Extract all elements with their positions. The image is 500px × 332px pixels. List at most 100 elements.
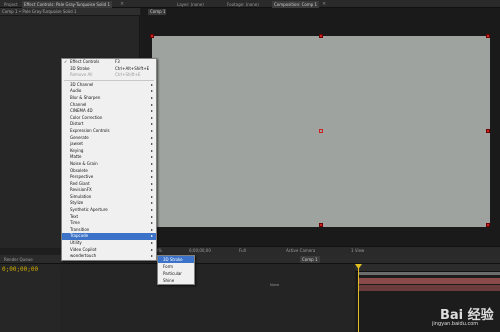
resolution-dropdown[interactable]: Full: [239, 248, 246, 254]
menu-item[interactable]: CINEMA 4D ▸: [62, 108, 156, 115]
menu-item-label: 3D Stroke: [70, 65, 90, 71]
transform-handle[interactable]: [319, 223, 323, 227]
menu-item[interactable]: Distort ▸: [62, 121, 156, 128]
submenu-arrow-icon: ▸: [150, 147, 153, 153]
menu-item[interactable]: Matte ▸: [62, 154, 156, 161]
menu-item[interactable]: Channel ▸: [62, 102, 156, 109]
submenu-item[interactable]: Shine: [158, 277, 194, 284]
menu-item[interactable]: Red Giant ▸: [62, 181, 156, 188]
menu-item-label: Trapcode: [70, 233, 89, 239]
menu-item[interactable]: Obsolete ▸: [62, 168, 156, 175]
menu-item-label: wondertouch: [70, 253, 97, 259]
tab-effect-controls[interactable]: Effect Controls: Pale Gray-Turquoise Sol…: [22, 1, 112, 8]
menu-item-label: jawset: [70, 141, 83, 147]
submenu-arrow-icon: ▸: [150, 213, 153, 219]
menu-separator: [64, 79, 154, 81]
trapcode-submenu: 3D Stroke Form Particular Shine: [157, 255, 195, 285]
menu-item[interactable]: Simulation ▸: [62, 194, 156, 201]
transform-handle[interactable]: [486, 34, 490, 38]
close-icon[interactable]: ×: [322, 1, 326, 7]
time-ruler[interactable]: [355, 264, 500, 272]
menu-item[interactable]: Blur & Sharpen ▸: [62, 95, 156, 102]
tab-layer[interactable]: Layer: (none): [175, 1, 206, 8]
menu-item[interactable]: Trapcode ▸: [62, 233, 156, 241]
menu-item[interactable]: Generate ▸: [62, 135, 156, 142]
menu-item-label: Noise & Grain: [70, 160, 98, 166]
menu-item[interactable]: Keying ▸: [62, 148, 156, 155]
transform-handle[interactable]: [150, 34, 154, 38]
menu-item[interactable]: Color Correction ▸: [62, 115, 156, 122]
menu-item[interactable]: wondertouch ▸: [62, 253, 156, 260]
effect-controls-header: Comp 1 • Pale Gray-Turquoise Solid 1: [0, 8, 140, 16]
menu-item: Remove All Ctrl+Shift+E: [62, 72, 156, 79]
viewer-timecode[interactable]: 0;00;00;00: [189, 248, 211, 254]
menu-item-label: Video Copilot: [70, 246, 97, 252]
menu-item[interactable]: 3D Channel ▸: [62, 82, 156, 89]
menu-item[interactable]: ✓ Effect Controls F3: [62, 59, 156, 66]
effect-context-menu: ✓ Effect Controls F3 3D Stroke Ctrl+Alt+Shif…: [61, 58, 157, 261]
menu-item[interactable]: 3D Stroke Ctrl+Alt+Shift+E: [62, 66, 156, 73]
submenu-item[interactable]: Form: [158, 263, 194, 270]
layer-duration-bar[interactable]: [358, 278, 500, 284]
menu-item[interactable]: Video Copilot ▸: [62, 247, 156, 254]
viewer-toolbar: 50% 0;00;00;00 Full Active Camera 1 View: [141, 246, 500, 255]
tab-render-queue[interactable]: Render Queue: [2, 256, 35, 263]
menu-item[interactable]: Noise & Grain ▸: [62, 161, 156, 168]
tab-footage[interactable]: Footage: (none): [225, 1, 261, 8]
menu-item-label: Obsolete: [70, 167, 88, 173]
tab-composition[interactable]: Composition: Comp 1: [272, 1, 320, 8]
menu-item-label: Utility: [70, 240, 82, 246]
menu-item[interactable]: RevisionFX ▸: [62, 187, 156, 194]
submenu-arrow-icon: ▸: [150, 108, 153, 114]
transform-handle[interactable]: [486, 223, 490, 227]
layer-duration-bar[interactable]: [358, 285, 500, 291]
menu-item[interactable]: Text ▸: [62, 214, 156, 221]
menu-item[interactable]: Stylize ▸: [62, 200, 156, 207]
submenu-arrow-icon: ▸: [150, 207, 153, 213]
menu-item[interactable]: Synthetic Aperture ▸: [62, 207, 156, 214]
menu-item-label: Stylize: [70, 200, 84, 206]
transform-handle[interactable]: [486, 129, 490, 133]
submenu-arrow-icon: ▸: [150, 233, 153, 239]
menu-item[interactable]: Expression Controls ▸: [62, 128, 156, 135]
comp-flowchart-tab[interactable]: Comp 1: [148, 9, 166, 15]
tab-project[interactable]: Project: [2, 1, 20, 8]
transform-handle[interactable]: [319, 34, 323, 38]
submenu-arrow-icon: ▸: [150, 187, 153, 193]
submenu-arrow-icon: ▸: [150, 167, 153, 173]
submenu-arrow-icon: ▸: [150, 134, 153, 140]
submenu-item[interactable]: Particular: [158, 270, 194, 277]
composition-canvas[interactable]: [150, 34, 490, 227]
tab-timeline-comp[interactable]: Comp 1: [300, 256, 320, 263]
menu-item-label: Effect Controls: [70, 59, 100, 64]
menu-item[interactable]: jawset ▸: [62, 141, 156, 148]
menu-item[interactable]: Transition ▸: [62, 227, 156, 234]
submenu-arrow-icon: ▸: [150, 160, 153, 166]
parent-dropdown[interactable]: None: [270, 283, 279, 287]
camera-dropdown[interactable]: Active Camera: [286, 248, 315, 254]
submenu-arrow-icon: ▸: [150, 121, 153, 127]
menu-item-label: Channel: [70, 101, 87, 107]
current-time-indicator[interactable]: [358, 264, 359, 332]
checkmark-icon: ✓: [64, 59, 68, 64]
menu-item[interactable]: Utility ▸: [62, 240, 156, 247]
submenu-arrow-icon: ▸: [150, 141, 153, 147]
submenu-arrow-icon: ▸: [150, 88, 153, 94]
menu-item-label: 3D Channel: [70, 81, 94, 87]
timeline-controls: [0, 264, 60, 332]
menu-item[interactable]: Perspective ▸: [62, 174, 156, 181]
menu-item[interactable]: Audio ▸: [62, 88, 156, 95]
menu-item[interactable]: Time ▸: [62, 220, 156, 227]
close-icon[interactable]: ×: [120, 1, 124, 7]
menu-item-label: Expression Controls: [70, 127, 110, 133]
submenu-item[interactable]: 3D Stroke: [158, 256, 194, 263]
submenu-arrow-icon: ▸: [150, 200, 153, 206]
menu-item-shortcut: F3: [115, 59, 120, 64]
watermark: Bai 经验 jingyan.baidu.com: [410, 300, 500, 330]
work-area-bar[interactable]: [358, 272, 500, 275]
views-dropdown[interactable]: 1 View: [351, 248, 364, 254]
menu-item-label: Simulation: [70, 193, 92, 199]
timeline-timecode[interactable]: 0;00;00;00: [2, 266, 38, 273]
anchor-point-icon[interactable]: [319, 129, 323, 133]
layer-outline: None: [60, 264, 355, 332]
